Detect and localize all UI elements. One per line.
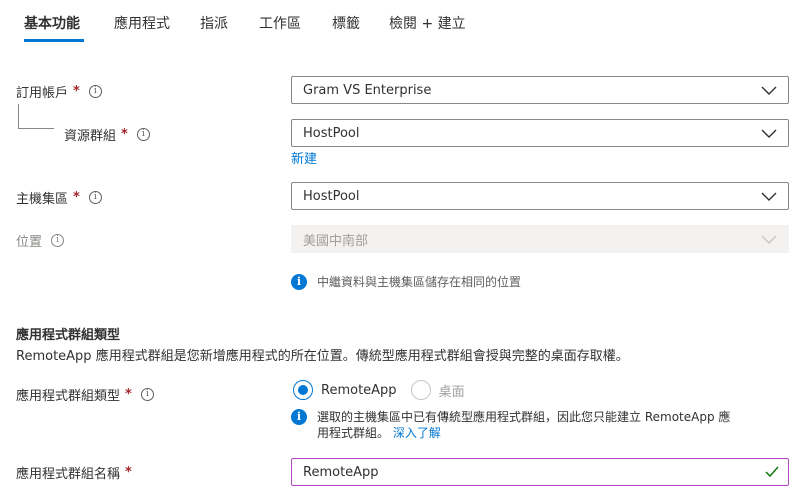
resource-group-dropdown[interactable]: HostPool (291, 119, 789, 147)
resource-group-value: HostPool (303, 125, 360, 141)
host-pool-label: 主機集區 * i (16, 188, 102, 207)
tab-basics[interactable]: 基本功能 (24, 13, 80, 33)
subscription-dropdown[interactable]: Gram VS Enterprise (291, 76, 789, 104)
radio-remoteapp-label: RemoteApp (321, 382, 397, 398)
app-group-type-note-line: 選取的主機集區中已有傳統型應用程式群組，因此您只能建立 RemoteApp 應 (317, 410, 731, 424)
tab-review-create[interactable]: 檢閱 + 建立 (389, 13, 466, 33)
learn-more-link[interactable]: 深入了解 (393, 426, 441, 440)
chevron-down-icon (761, 192, 777, 201)
host-pool-label-text: 主機集區 (16, 192, 69, 207)
tab-bar: 基本功能 應用程式 指派 工作區 標籤 檢閱 + 建立 (0, 0, 800, 46)
resource-group-label: 資源群組 * i (64, 125, 150, 144)
radio-selected-icon (293, 380, 313, 400)
section-description: RemoteApp 應用程式群組是您新增應用程式的所在位置。傳統型應用程式群組會… (16, 349, 629, 364)
info-filled-icon: i (291, 409, 307, 425)
app-group-type-note-line-2: 用程式群組。 深入了解 (317, 425, 730, 441)
app-group-type-label-text: 應用程式群組類型 (16, 389, 121, 404)
app-group-type-note: 選取的主機集區中已有傳統型應用程式群組，因此您只能建立 RemoteApp 應 … (317, 409, 730, 441)
location-label: 位置 i (16, 231, 65, 250)
required-marker: * (125, 465, 132, 480)
required-marker: * (121, 127, 128, 142)
app-group-name-label-text: 應用程式群組名稱 (16, 467, 121, 482)
radio-remoteapp[interactable]: RemoteApp (293, 380, 397, 400)
active-tab-indicator (24, 39, 84, 42)
location-value: 美國中南部 (303, 233, 369, 249)
tab-applications[interactable]: 應用程式 (114, 13, 170, 33)
section-title: 應用程式群組類型 (16, 328, 121, 343)
radio-desktop-label: 桌面 (438, 384, 465, 400)
info-filled-icon: i (291, 274, 307, 290)
location-dropdown: 美國中南部 (291, 225, 789, 253)
info-icon[interactable]: i (136, 128, 150, 141)
chevron-down-icon (761, 129, 777, 138)
checkmark-icon (765, 466, 779, 478)
info-icon[interactable]: i (51, 234, 65, 247)
location-info-message: i 中繼資料與主機集區儲存在相同的位置 (291, 274, 521, 290)
radio-desktop[interactable]: 桌面 (410, 380, 465, 400)
location-note: 中繼資料與主機集區儲存在相同的位置 (317, 275, 522, 289)
app-group-name-label: 應用程式群組名稱 * (16, 463, 132, 482)
info-icon[interactable]: i (88, 85, 102, 98)
tree-connector (18, 104, 19, 128)
app-group-type-info-message: i 選取的主機集區中已有傳統型應用程式群組，因此您只能建立 RemoteApp … (291, 409, 730, 441)
tab-workspace[interactable]: 工作區 (259, 13, 301, 33)
chevron-down-icon (761, 235, 777, 244)
subscription-label-text: 訂用帳戶 (16, 86, 69, 101)
subscription-value: Gram VS Enterprise (303, 82, 432, 98)
required-marker: * (125, 387, 132, 402)
tab-tags[interactable]: 標籤 (332, 13, 360, 33)
app-group-name-input[interactable]: RemoteApp (291, 458, 789, 486)
required-marker: * (73, 84, 80, 99)
info-icon[interactable]: i (140, 388, 154, 401)
create-new-link[interactable]: 新建 (291, 148, 317, 167)
required-marker: * (73, 190, 80, 205)
resource-group-label-text: 資源群組 (64, 129, 117, 144)
app-group-type-note-line: 用程式群組。 (317, 426, 390, 440)
app-group-name-value: RemoteApp (303, 464, 379, 480)
subscription-label: 訂用帳戶 * i (16, 82, 102, 101)
info-icon[interactable]: i (88, 191, 102, 204)
tab-assignments[interactable]: 指派 (200, 13, 228, 33)
tree-connector (18, 128, 54, 129)
app-group-type-label: 應用程式群組類型 * i (16, 385, 154, 404)
chevron-down-icon (761, 86, 777, 95)
host-pool-dropdown[interactable]: HostPool (291, 182, 789, 210)
app-group-type-radio-group: RemoteApp 桌面 (293, 380, 465, 400)
radio-unselected-icon (410, 380, 431, 400)
location-label-text: 位置 (16, 235, 43, 250)
host-pool-value: HostPool (303, 188, 360, 204)
